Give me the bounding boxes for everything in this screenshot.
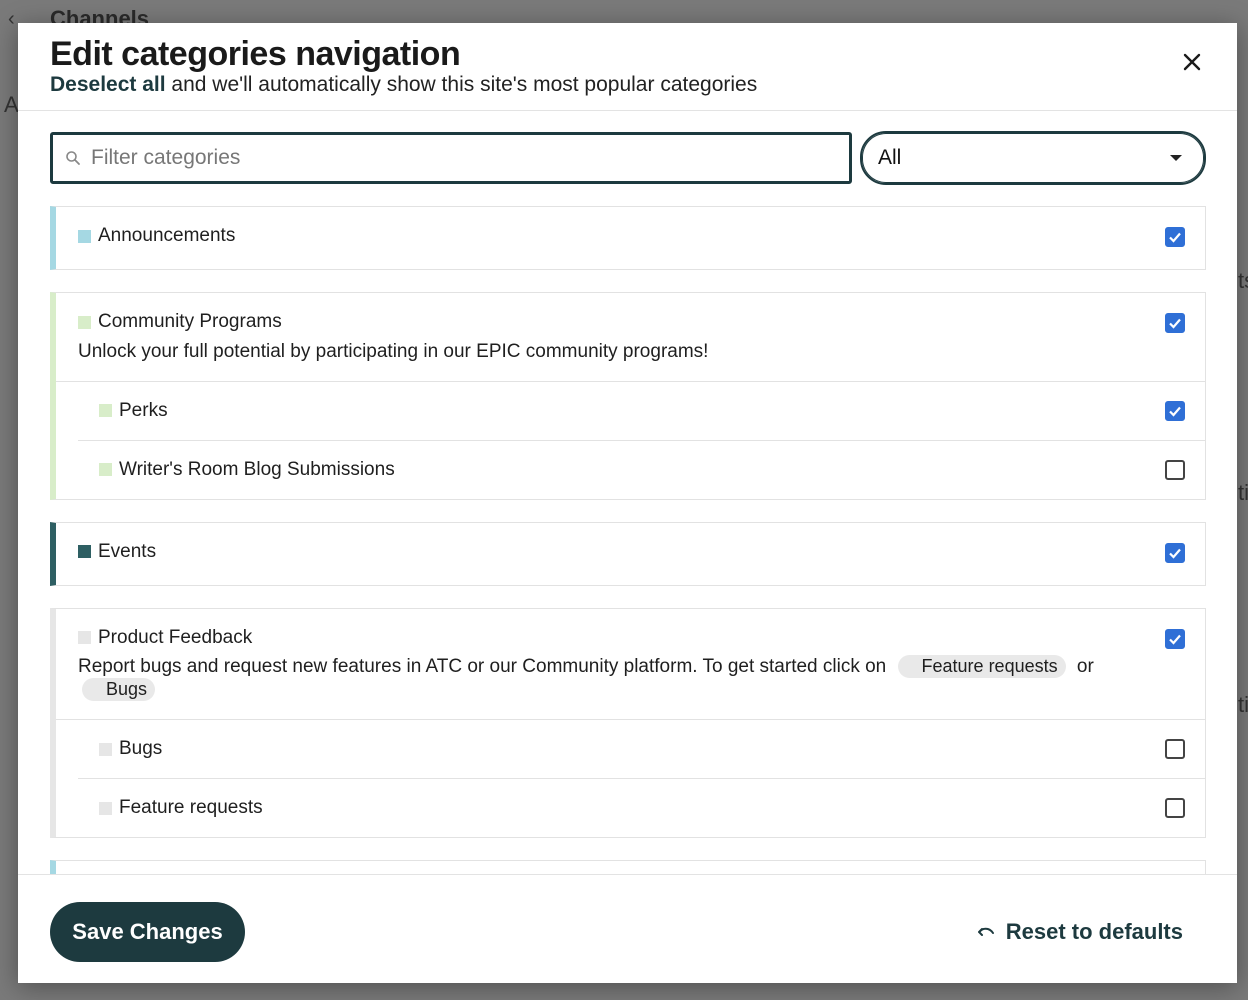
category-row: Announcements <box>56 207 1205 271</box>
modal-title: Edit categories navigation <box>50 35 461 73</box>
subcategory-checkbox[interactable] <box>1165 798 1185 818</box>
subcategory-checkbox[interactable] <box>1165 400 1185 421</box>
category-color-swatch <box>78 315 91 329</box>
category-color-swatch <box>99 801 112 815</box>
subcategory-label: Bugs <box>119 738 163 759</box>
description-text: or <box>1076 656 1094 677</box>
category-group-announcements: Announcements <box>50 206 1206 270</box>
category-label: Product Feedback <box>98 626 253 648</box>
subcategory-label: Writer's Room Blog Submissions <box>119 458 395 480</box>
subtitle-text: and we'll automatically show this site's… <box>165 73 758 96</box>
subcategory-name: Perks <box>99 400 168 422</box>
category-label: Events <box>98 540 157 562</box>
subcategory-name: Bugs <box>99 738 162 760</box>
category-pill-bugs[interactable]: Bugs <box>82 678 156 701</box>
subcategory-row-bugs: Bugs <box>78 720 1205 778</box>
category-name: Product Feedback <box>78 627 252 649</box>
background-fragment: ts <box>1238 268 1248 293</box>
category-name: Community Programs <box>78 311 282 333</box>
category-group-product-feedback: Product Feedback Report bugs and request… <box>50 607 1206 838</box>
category-color-swatch <box>99 463 112 476</box>
select-value: All <box>878 146 902 169</box>
subcategory-checkbox[interactable] <box>1165 459 1185 480</box>
category-group-community-programs: Community Programs Unlock your full pote… <box>50 292 1206 500</box>
modal-footer: Save Changes Reset to defaults <box>18 874 1237 983</box>
filter-row: All <box>50 131 1206 186</box>
background-fragment: A <box>4 92 19 117</box>
category-group-events: Events <box>50 521 1206 587</box>
subcategory-row-feature-requests: Feature requests <box>78 778 1205 837</box>
category-description: Unlock your full potential by participat… <box>78 340 709 362</box>
category-color-swatch <box>78 631 91 644</box>
category-row: Product Feedback Report bugs and request… <box>56 609 1205 720</box>
category-name: Events <box>78 541 156 563</box>
edit-categories-modal: Edit categories navigation Deselect all … <box>18 23 1237 983</box>
category-color-swatch <box>99 404 112 417</box>
deselect-all-link[interactable]: Deselect all <box>50 73 166 96</box>
filter-box <box>50 132 852 184</box>
subcategory-name: Feature requests <box>99 797 263 819</box>
checkmark-icon <box>1169 232 1181 243</box>
description-text: Report bugs and request new features in … <box>78 656 887 677</box>
checkmark-icon <box>1169 634 1181 645</box>
category-row: Community Programs Unlock your full pote… <box>56 293 1205 381</box>
subcategory-label: Perks <box>119 399 168 421</box>
checkmark-icon <box>1169 318 1181 329</box>
close-button[interactable] <box>1179 49 1205 75</box>
category-color-swatch <box>78 229 91 243</box>
back-arrow-icon: ‹ <box>8 8 15 30</box>
category-pill-feature-requests[interactable]: Feature requests <box>897 655 1066 678</box>
category-checkbox[interactable] <box>1165 542 1185 563</box>
undo-icon <box>977 927 994 936</box>
category-list[interactable]: Announcements Community Programs Unlock … <box>50 206 1206 874</box>
category-color-swatch <box>78 545 91 558</box>
subcategory-name: Writer's Room Blog Submissions <box>99 459 395 481</box>
category-description: Report bugs and request new features in … <box>78 655 1145 719</box>
checkmark-icon <box>1169 548 1181 559</box>
category-name: Announcements <box>78 225 235 247</box>
close-icon <box>1183 53 1201 71</box>
category-checkbox[interactable] <box>1165 227 1185 247</box>
search-icon <box>66 151 80 165</box>
background-fragment: ti <box>1238 692 1248 717</box>
reset-to-defaults-button[interactable]: Reset to defaults <box>977 919 1183 945</box>
chevron-down-icon <box>1170 155 1182 161</box>
checkmark-icon <box>1169 406 1181 417</box>
background-fragment: ti <box>1238 480 1248 505</box>
subcategory-checkbox[interactable] <box>1165 739 1185 759</box>
save-changes-button[interactable]: Save Changes <box>50 902 245 962</box>
subcategory-label: Feature requests <box>119 797 263 818</box>
category-checkbox[interactable] <box>1165 313 1185 333</box>
modal-subtitle: Deselect all and we'll automatically sho… <box>50 73 757 97</box>
filter-categories-input[interactable] <box>89 145 793 171</box>
category-color-swatch <box>99 742 112 756</box>
category-checkbox[interactable] <box>1165 628 1185 649</box>
category-row: Events <box>56 523 1205 587</box>
subcategory-row-writers-room: Writer's Room Blog Submissions <box>78 439 1205 499</box>
subcategory-row-perks: Perks <box>78 382 1205 440</box>
category-type-select[interactable]: All <box>860 131 1206 185</box>
category-label: Announcements <box>98 225 236 246</box>
category-label: Community Programs <box>98 311 282 332</box>
category-group-partial <box>50 860 1206 874</box>
modal-header: Edit categories navigation Deselect all … <box>18 23 1237 111</box>
reset-label: Reset to defaults <box>1005 919 1183 944</box>
